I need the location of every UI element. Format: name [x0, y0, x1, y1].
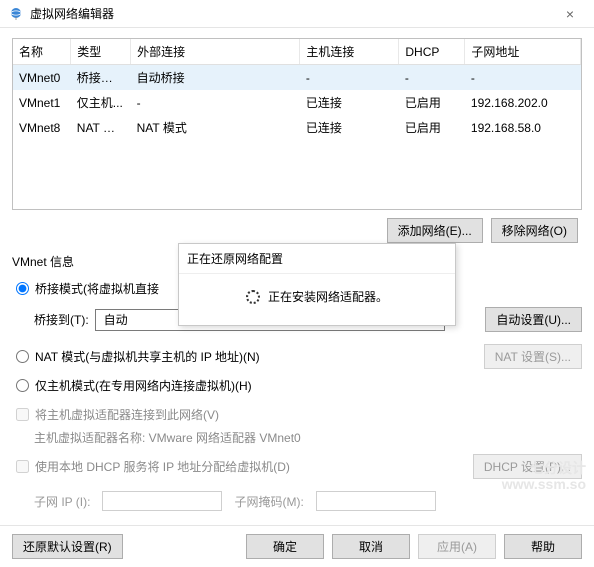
dhcp-settings-button: DHCP 设置(P)...: [473, 454, 582, 479]
table-header[interactable]: 名称: [13, 39, 71, 65]
use-dhcp-row: 使用本地 DHCP 服务将 IP 地址分配给虚拟机(D): [16, 458, 290, 475]
table-row[interactable]: VMnet1仅主机...-已连接已启用192.168.202.0: [13, 90, 581, 115]
table-row[interactable]: VMnet0桥接模式自动桥接---: [13, 65, 581, 91]
progress-text: 正在安装网络适配器。: [268, 288, 388, 305]
cell-host: 已连接: [300, 90, 399, 115]
cell-type: 仅主机...: [71, 90, 131, 115]
connect-host-row: 将主机虚拟适配器连接到此网络(V): [16, 406, 582, 423]
bridge-label: 桥接模式(将虚拟机直接: [35, 280, 159, 297]
use-dhcp-checkbox: [16, 460, 29, 473]
cell-name: VMnet1: [13, 90, 71, 115]
spinner-icon: [246, 290, 260, 304]
titlebar: 虚拟网络编辑器 ×: [0, 0, 594, 28]
bridge-radio[interactable]: [16, 282, 29, 295]
cell-subnet: 192.168.58.0: [465, 115, 581, 140]
network-actions: 添加网络(E)... 移除网络(O): [12, 218, 582, 243]
cell-dhcp: 已启用: [399, 115, 465, 140]
cell-subnet: -: [465, 65, 581, 91]
bridge-to-label: 桥接到(T):: [34, 311, 89, 328]
subnet-mask-field: [316, 491, 436, 511]
hostonly-label: 仅主机模式(在专用网络内连接虚拟机)(H): [35, 377, 252, 394]
ip-row: 子网 IP (I): 子网掩码(M):: [34, 491, 582, 511]
help-button[interactable]: 帮助: [504, 534, 582, 559]
cell-dhcp: -: [399, 65, 465, 91]
progress-title: 正在还原网络配置: [179, 244, 455, 274]
bridge-radio-row[interactable]: 桥接模式(将虚拟机直接: [16, 280, 159, 297]
hostonly-radio-row[interactable]: 仅主机模式(在专用网络内连接虚拟机)(H): [16, 377, 582, 394]
cell-ext: 自动桥接: [131, 65, 300, 91]
cell-ext: NAT 模式: [131, 115, 300, 140]
auto-settings-button[interactable]: 自动设置(U)...: [485, 307, 582, 332]
cell-name: VMnet8: [13, 115, 71, 140]
table-header[interactable]: 子网地址: [465, 39, 581, 65]
cell-dhcp: 已启用: [399, 90, 465, 115]
subnet-ip-field: [102, 491, 222, 511]
subnet-mask-label: 子网掩码(M):: [234, 493, 303, 510]
remove-network-button[interactable]: 移除网络(O): [491, 218, 578, 243]
footer: 还原默认设置(R) 确定 取消 应用(A) 帮助: [0, 525, 594, 567]
apply-button: 应用(A): [418, 534, 496, 559]
cancel-button[interactable]: 取消: [332, 534, 410, 559]
use-dhcp-label: 使用本地 DHCP 服务将 IP 地址分配给虚拟机(D): [35, 458, 290, 475]
network-table: 名称类型外部连接主机连接DHCP子网地址 VMnet0桥接模式自动桥接---VM…: [12, 38, 582, 210]
add-network-button[interactable]: 添加网络(E)...: [387, 218, 483, 243]
nat-settings-button: NAT 设置(S)...: [484, 344, 582, 369]
cell-host: 已连接: [300, 115, 399, 140]
table-row[interactable]: VMnet8NAT 模式NAT 模式已连接已启用192.168.58.0: [13, 115, 581, 140]
cell-host: -: [300, 65, 399, 91]
cell-type: 桥接模式: [71, 65, 131, 91]
table-header[interactable]: 类型: [71, 39, 131, 65]
nat-label: NAT 模式(与虚拟机共享主机的 IP 地址)(N): [35, 348, 260, 365]
window-title: 虚拟网络编辑器: [30, 5, 554, 22]
cell-ext: -: [131, 90, 300, 115]
restore-defaults-button[interactable]: 还原默认设置(R): [12, 534, 123, 559]
ok-button[interactable]: 确定: [246, 534, 324, 559]
connect-host-checkbox: [16, 408, 29, 421]
close-icon[interactable]: ×: [554, 6, 586, 22]
progress-dialog: 正在还原网络配置 正在安装网络适配器。: [178, 243, 456, 326]
cell-subnet: 192.168.202.0: [465, 90, 581, 115]
cell-type: NAT 模式: [71, 115, 131, 140]
nat-radio[interactable]: [16, 350, 29, 363]
subnet-ip-label: 子网 IP (I):: [34, 493, 90, 510]
cell-name: VMnet0: [13, 65, 71, 91]
adapter-name-text: 主机虚拟适配器名称: VMware 网络适配器 VMnet0: [34, 429, 582, 446]
connect-host-label: 将主机虚拟适配器连接到此网络(V): [35, 406, 219, 423]
nat-radio-row[interactable]: NAT 模式(与虚拟机共享主机的 IP 地址)(N): [16, 348, 260, 365]
table-header[interactable]: 主机连接: [300, 39, 399, 65]
table-header[interactable]: DHCP: [399, 39, 465, 65]
table-header[interactable]: 外部连接: [131, 39, 300, 65]
hostonly-radio[interactable]: [16, 379, 29, 392]
app-icon: [8, 6, 24, 22]
table-header-row: 名称类型外部连接主机连接DHCP子网地址: [13, 39, 581, 65]
table-body: VMnet0桥接模式自动桥接---VMnet1仅主机...-已连接已启用192.…: [13, 65, 581, 141]
